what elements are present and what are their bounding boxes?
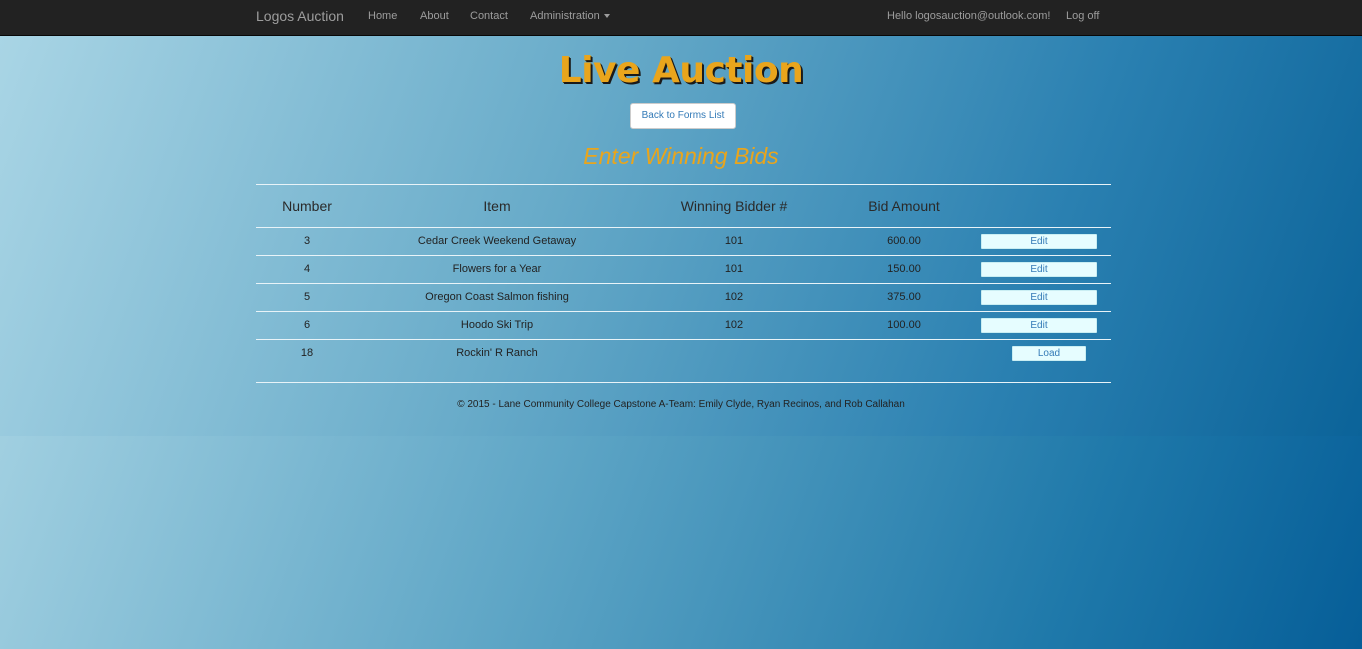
nav-administration-label: Administration <box>530 10 600 22</box>
logoff-link[interactable]: Log off <box>1066 10 1099 22</box>
user-greeting-link[interactable]: Hello logosauction@outlook.com! <box>887 10 1050 22</box>
header-winning-bidder: Winning Bidder # <box>680 198 788 214</box>
row-bidder: 101 <box>724 235 744 247</box>
top-navbar: Logos Auction Home About Contact Adminis… <box>0 0 1362 36</box>
row-amount: 100.00 <box>887 319 921 331</box>
nav-about[interactable]: About <box>420 10 449 22</box>
section-subtitle: Enter Winning Bids <box>583 143 779 169</box>
row-amount: 375.00 <box>887 291 921 303</box>
header-rule <box>256 227 1111 228</box>
row-amount: 150.00 <box>887 263 921 275</box>
row-number: 5 <box>303 291 311 303</box>
row-rule <box>256 339 1111 340</box>
header-bid-amount: Bid Amount <box>868 198 940 214</box>
row-bidder: 101 <box>724 263 744 275</box>
row-item: Cedar Creek Weekend Getaway <box>417 235 577 247</box>
row-item: Rockin' R Ranch <box>456 347 538 359</box>
page-title: Live Auction <box>558 50 804 91</box>
row-number: 3 <box>303 235 311 247</box>
content-band <box>0 36 1362 436</box>
row-bidder: 102 <box>724 319 744 331</box>
row-number: 18 <box>300 347 314 359</box>
header-item: Item <box>483 198 511 214</box>
edit-button[interactable]: Edit <box>981 262 1097 277</box>
row-item: Oregon Coast Salmon fishing <box>425 291 569 303</box>
row-number: 4 <box>303 263 311 275</box>
edit-button[interactable]: Edit <box>981 234 1097 249</box>
nav-home[interactable]: Home <box>368 10 397 22</box>
row-item: Flowers for a Year <box>452 263 542 275</box>
table-bottom-rule <box>256 382 1111 383</box>
caret-down-icon <box>603 14 610 19</box>
row-rule <box>256 283 1111 284</box>
row-bidder: 102 <box>724 291 744 303</box>
row-number: 6 <box>303 319 311 331</box>
row-rule <box>256 311 1111 312</box>
row-rule <box>256 255 1111 256</box>
footer-copyright: © 2015 - Lane Community College Capstone… <box>457 399 905 410</box>
nav-contact[interactable]: Contact <box>470 10 508 22</box>
brand-link[interactable]: Logos Auction <box>256 8 344 24</box>
nav-administration-dropdown[interactable]: Administration <box>530 10 610 22</box>
edit-button[interactable]: Edit <box>981 318 1097 333</box>
row-amount: 600.00 <box>887 235 921 247</box>
table-top-rule <box>256 184 1111 185</box>
edit-button[interactable]: Edit <box>981 290 1097 305</box>
load-button[interactable]: Load <box>1012 346 1086 361</box>
row-item: Hoodo Ski Trip <box>460 319 534 331</box>
header-number: Number <box>282 198 332 214</box>
back-to-forms-button[interactable]: Back to Forms List <box>630 103 736 129</box>
